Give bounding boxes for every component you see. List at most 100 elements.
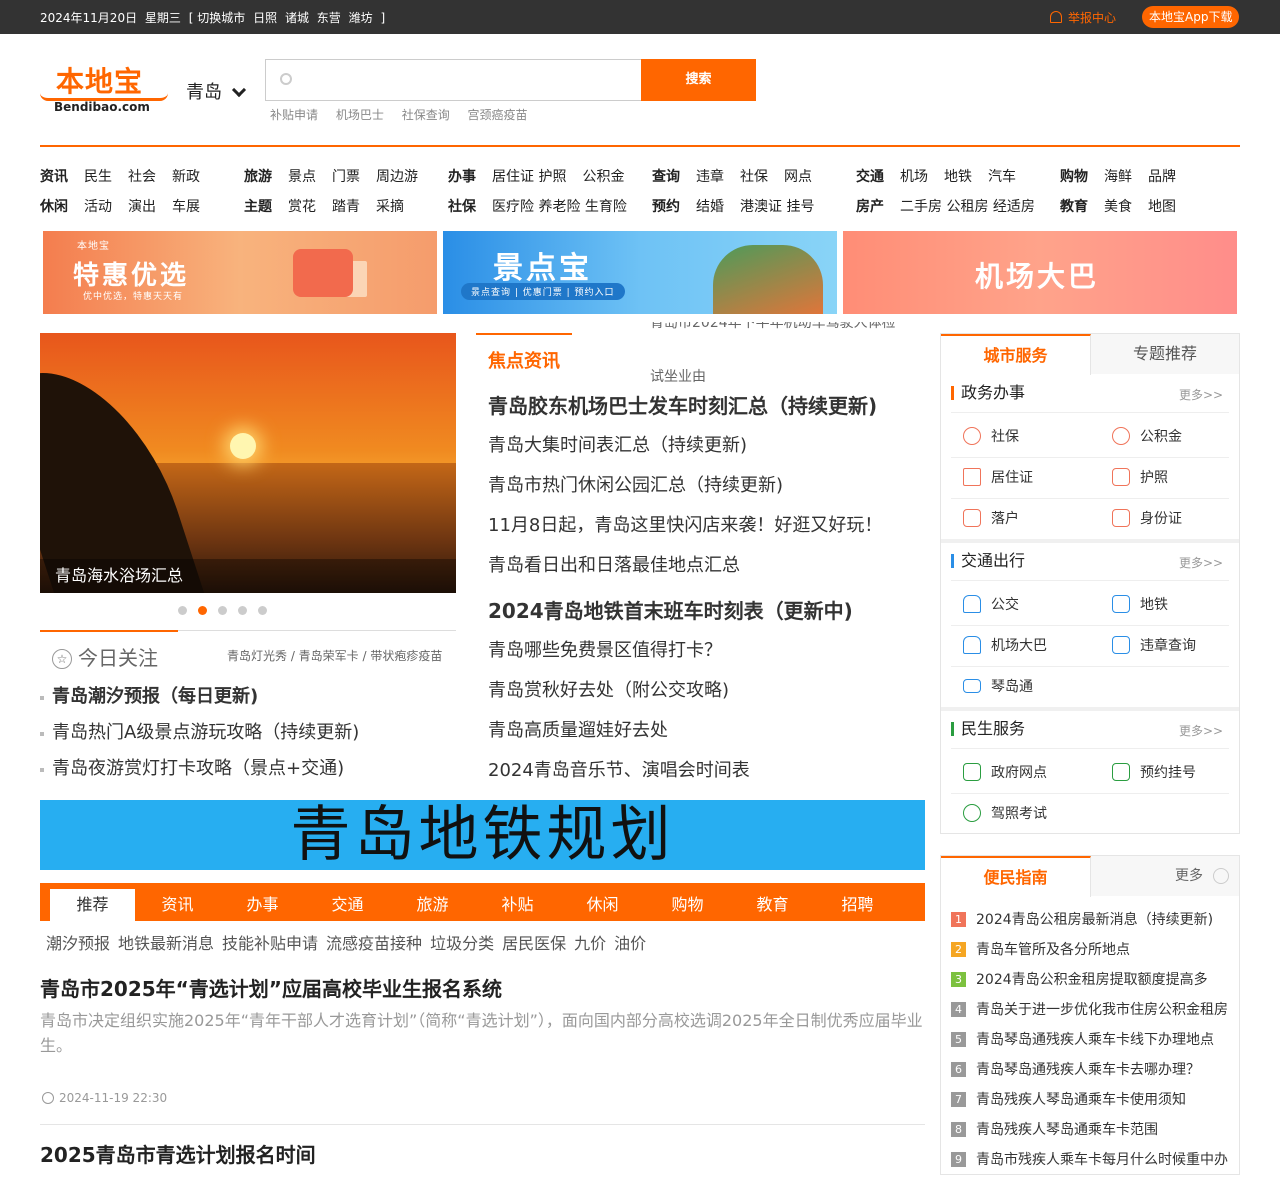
report-center-link[interactable]: 举报中心 (1050, 9, 1116, 26)
guide-item[interactable]: 6 青岛琴岛通残疾人乘车卡去哪办理？ (951, 1060, 1231, 1090)
city-link[interactable]: 诸城 (285, 11, 309, 25)
service-airport-bus[interactable]: 机场大巴 (963, 636, 1047, 656)
nav-link[interactable]: 新政 (172, 169, 200, 185)
topic-link[interactable]: 油价 (614, 934, 646, 953)
site-logo[interactable]: 本地宝 Bendibao.com (40, 60, 170, 120)
nav-link[interactable]: 门票 (332, 169, 360, 185)
nav-link[interactable]: 演出 (128, 199, 156, 215)
guide-item[interactable]: 8 青岛残疾人琴岛通乘车卡范围 (951, 1120, 1231, 1150)
nav-category[interactable]: 教育 (1060, 199, 1088, 215)
news-item[interactable]: 青岛看日出和日落最佳地点汇总 (488, 553, 882, 593)
news-headline[interactable]: 青岛胶东机场巴士发车时刻汇总（持续更新) (488, 393, 882, 433)
topic-link[interactable]: 垃圾分类 (430, 934, 494, 953)
nav-link[interactable]: 活动 (84, 199, 112, 215)
list-item[interactable]: 青岛热门A级景点游玩攻略（持续更新) (40, 720, 359, 756)
guide-item[interactable]: 7 青岛残疾人琴岛通乘车卡使用须知 (951, 1090, 1231, 1120)
hot-search-link[interactable]: 社保查询 (402, 108, 450, 122)
nav-category[interactable]: 主题 (244, 199, 272, 215)
tab-transport[interactable]: 交通 (305, 889, 390, 921)
nav-link[interactable]: 品牌 (1148, 169, 1176, 185)
app-download-button[interactable]: 本地宝App下载 (1142, 6, 1240, 28)
today-tags[interactable]: 青岛灯光秀 / 青岛荣军卡 / 带状疱疹疫苗 (227, 647, 442, 664)
tab-education[interactable]: 教育 (730, 889, 815, 921)
topic-link[interactable]: 流感疫苗接种 (326, 934, 422, 953)
search-input[interactable] (306, 68, 626, 92)
service-residence-permit[interactable]: 居住证 (963, 468, 1033, 488)
nav-link[interactable]: 美食 (1104, 199, 1132, 215)
topic-link[interactable]: 潮汐预报 (46, 934, 110, 953)
tab-guide[interactable]: 便民指南 (941, 856, 1091, 897)
service-violation-query[interactable]: 违章查询 (1112, 636, 1196, 656)
city-link[interactable]: 日照 (253, 11, 277, 25)
article-title[interactable]: 青岛市2025年“青选计划”应届高校毕业生报名系统 (40, 973, 502, 1002)
service-social-security[interactable]: 社保 (963, 427, 1019, 447)
nav-link[interactable]: 居住证 护照 (492, 169, 566, 185)
nav-link[interactable]: 采摘 (376, 199, 404, 215)
more-link[interactable]: 更多>> (1179, 386, 1223, 403)
nav-link[interactable]: 网点 (784, 169, 812, 185)
nav-link[interactable]: 汽车 (988, 169, 1016, 185)
switch-city-link[interactable]: [ 切换城市 (189, 11, 246, 25)
tab-subsidy[interactable]: 补贴 (475, 889, 560, 921)
city-link[interactable]: 潍坊 (349, 11, 373, 25)
tab-city-services[interactable]: 城市服务 (941, 334, 1091, 375)
news-ticker[interactable]: 试坐业由 (650, 366, 706, 386)
guide-item[interactable]: 1 2024青岛公租房最新消息（持续更新) (951, 910, 1231, 940)
search-button[interactable]: 搜索 (641, 59, 756, 101)
service-bus[interactable]: 公交 (963, 595, 1019, 615)
guide-more-link[interactable]: 更多 (1091, 856, 1239, 896)
topic-link[interactable]: 居民医保 (502, 934, 566, 953)
hot-search-link[interactable]: 机场巴士 (336, 108, 384, 122)
list-item[interactable]: 青岛夜游赏灯打卡攻略（景点+交通) (40, 756, 359, 792)
tab-jobs[interactable]: 招聘 (815, 889, 900, 921)
guide-item[interactable]: 2 青岛车管所及各分所地点 (951, 940, 1231, 970)
tab-travel[interactable]: 旅游 (390, 889, 475, 921)
nav-link[interactable]: 医疗险 养老险 生育险 (492, 199, 627, 215)
news-item[interactable]: 青岛市热门休闲公园汇总（持续更新) (488, 473, 882, 513)
tab-topics[interactable]: 专题推荐 (1091, 334, 1239, 374)
nav-category[interactable]: 房产 (856, 199, 884, 215)
featured-slider[interactable]: 青岛海水浴场汇总 (40, 333, 456, 593)
slider-dot[interactable] (258, 606, 267, 615)
slider-dot[interactable] (238, 606, 247, 615)
nav-link[interactable]: 港澳证 挂号 (740, 199, 814, 215)
news-item[interactable]: 青岛赏秋好去处（附公交攻略) (488, 678, 853, 718)
service-id-card[interactable]: 身份证 (1112, 509, 1182, 529)
tab-leisure[interactable]: 休闲 (560, 889, 645, 921)
banner-deals[interactable]: 本地宝 特惠优选 优中优选，特惠天天有 (43, 231, 437, 314)
news-item[interactable]: 青岛高质量遛娃好去处 (488, 718, 853, 758)
topic-link[interactable]: 技能补贴申请 (222, 934, 318, 953)
service-appointment[interactable]: 预约挂号 (1112, 763, 1196, 783)
tab-recommend[interactable]: 推荐 (50, 889, 135, 921)
tab-shopping[interactable]: 购物 (645, 889, 730, 921)
article-title[interactable]: 2025青岛市青选计划报名时间 (40, 1139, 316, 1168)
nav-link[interactable]: 景点 (288, 169, 316, 185)
slider-dot[interactable] (178, 606, 187, 615)
topic-link[interactable]: 地铁最新消息 (118, 934, 214, 953)
nav-link[interactable]: 结婚 (696, 199, 724, 215)
city-selector[interactable]: 青岛 (186, 78, 247, 104)
guide-item[interactable]: 5 青岛琴岛通残疾人乘车卡线下办理地点 (951, 1030, 1231, 1060)
nav-link[interactable]: 地铁 (944, 169, 972, 185)
hot-search-link[interactable]: 补贴申请 (270, 108, 318, 122)
more-link[interactable]: 更多>> (1179, 722, 1223, 739)
slider-dot-active[interactable] (198, 606, 207, 615)
nav-category[interactable]: 预约 (652, 199, 680, 215)
service-passport[interactable]: 护照 (1112, 468, 1168, 488)
nav-link[interactable]: 周边游 (376, 169, 418, 185)
list-item[interactable]: 青岛潮汐预报（每日更新) (40, 684, 359, 720)
slider-dot[interactable] (218, 606, 227, 615)
service-qindaotong[interactable]: 琴岛通 (963, 677, 1033, 697)
nav-link[interactable]: 地图 (1148, 199, 1176, 215)
guide-item[interactable]: 3 2024青岛公积金租房提取额度提高多 (951, 970, 1231, 1000)
nav-link[interactable]: 赏花 (288, 199, 316, 215)
more-link[interactable]: 更多>> (1179, 554, 1223, 571)
topic-link[interactable]: 九价 (574, 934, 606, 953)
nav-link[interactable]: 海鲜 (1104, 169, 1132, 185)
service-metro[interactable]: 地铁 (1112, 595, 1168, 615)
city-link[interactable]: 东营 (317, 11, 341, 25)
nav-category[interactable]: 休闲 (40, 199, 68, 215)
nav-link[interactable]: 社保 (740, 169, 768, 185)
news-item[interactable]: 2024青岛音乐节、演唱会时间表 (488, 758, 853, 798)
nav-link[interactable]: 违章 (696, 169, 724, 185)
